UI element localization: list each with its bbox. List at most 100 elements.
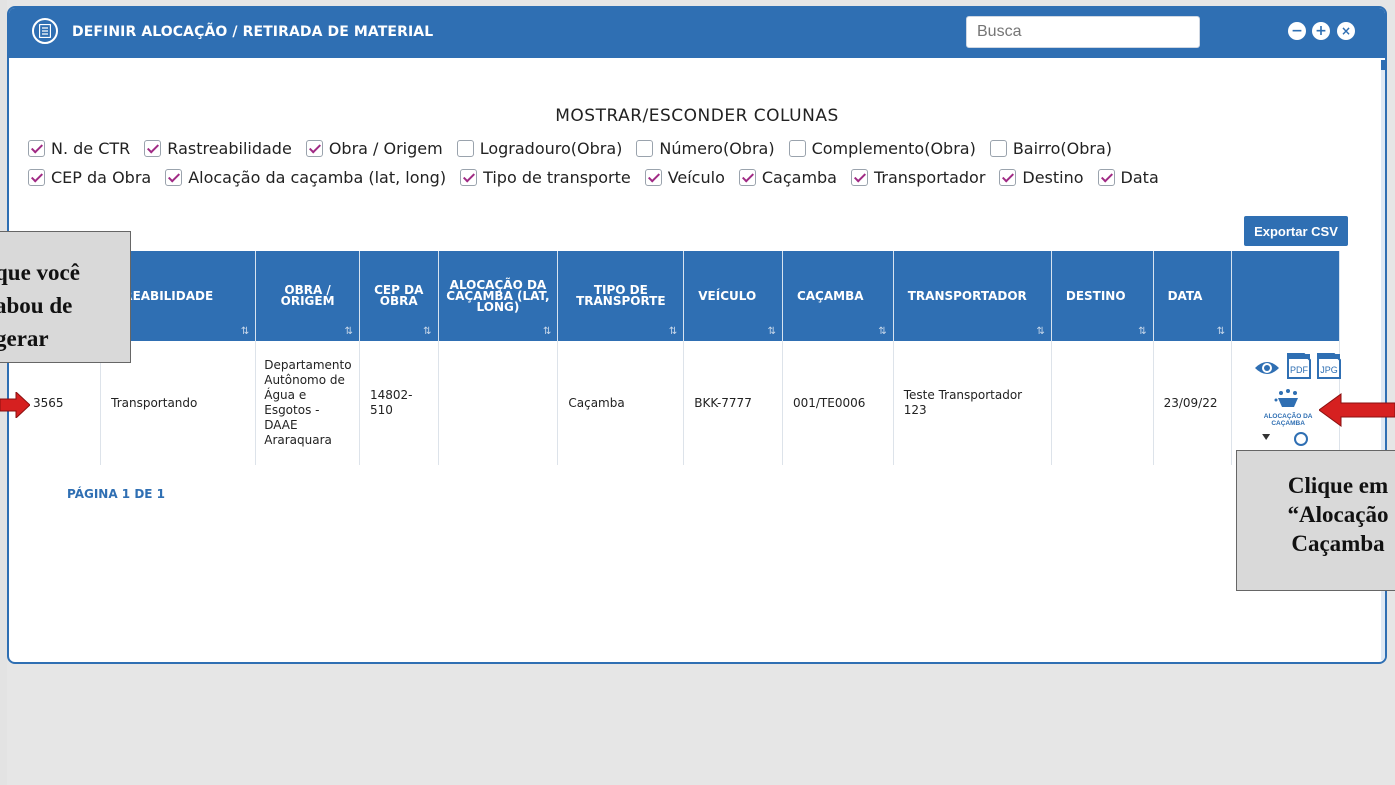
checkbox[interactable] [456, 139, 474, 157]
sort-icon[interactable]: ⇅ [768, 326, 776, 337]
checkbox-label: Complemento(Obra) [811, 138, 976, 158]
checkbox-label: Logradouro(Obra) [479, 138, 623, 158]
sort-icon[interactable]: ⇅ [345, 326, 353, 337]
arrow-left-icon [1319, 393, 1395, 427]
column-header-8[interactable]: TRANSPORTADOR ⇅ [893, 251, 1052, 341]
column-header-label: TRANSPORTADOR [907, 288, 1027, 303]
column-toggle-row1-0[interactable]: N. de CTR [28, 139, 130, 158]
cell-cacamba: 001/TE0006 [782, 341, 894, 465]
column-toggle-row1-6[interactable]: Bairro(Obra) [989, 139, 1112, 158]
checkbox[interactable] [1097, 168, 1115, 186]
table-header-row: TREABILIDADE ⇅ OBRA / ORIGEM ⇅ CEP DA OBRA ⇅ A… [9, 251, 1340, 341]
column-header-7[interactable]: CAÇAMBA ⇅ [782, 251, 894, 341]
checkbox-label: Tipo de transporte [483, 167, 631, 187]
column-header-label: CEP DA OBRA [374, 283, 424, 308]
column-toggles-row-1: N. de CTR Rastreabilidade Obra / Origem Log… [28, 136, 1126, 160]
maximize-icon[interactable]: + [1312, 22, 1330, 40]
jpg-label: JPG [1320, 365, 1338, 375]
checkbox-label: Caçamba [761, 167, 837, 187]
sort-icon[interactable]: ⇅ [1138, 326, 1146, 337]
checkbox[interactable] [999, 168, 1017, 186]
tutorial-callout-right: Clique em “Alocação Caçamba [1236, 450, 1395, 591]
export-csv-button[interactable]: Exportar CSV [1244, 216, 1348, 246]
document-list-icon [32, 18, 58, 44]
more-actions-icon[interactable] [1294, 432, 1309, 446]
arrow-right-icon [0, 392, 30, 418]
dropdown-caret-icon [1262, 434, 1271, 440]
checkbox-label: CEP da Obra [51, 167, 152, 187]
column-toggle-row1-4[interactable]: Número(Obra) [636, 138, 775, 158]
view-eye-icon[interactable] [1254, 359, 1280, 377]
pdf-label: PDF [1290, 365, 1309, 375]
checkbox-label: Destino [1022, 167, 1084, 187]
checkbox[interactable] [636, 139, 654, 157]
table-row[interactable]: 3565 Transportando Departamento Autônomo… [9, 341, 1342, 465]
jpg-file-icon[interactable]: JPG [1316, 352, 1342, 380]
cell-obra: Departamento Autônomo de Água e Esgotos … [255, 341, 360, 465]
checkbox-label: Número(Obra) [659, 138, 775, 158]
column-header-label: OBRA / ORIGEM [280, 283, 335, 308]
column-header-4[interactable]: ALOCAÇÃO DA CAÇAMBA (LAT, LONG) ⇅ [438, 251, 559, 341]
minimize-icon[interactable]: − [1288, 22, 1306, 40]
cell-veiculo: BKK-7777 [683, 341, 783, 465]
sort-icon[interactable]: ⇅ [878, 326, 886, 337]
checkbox[interactable] [738, 168, 756, 186]
column-toggle-row2-5[interactable]: Transportador [850, 167, 986, 187]
column-header-9[interactable]: DESTINO ⇅ [1051, 251, 1154, 341]
allocation-window: DEFINIR ALOCAÇÃO / RETIRADA DE MATERIAL … [7, 6, 1387, 664]
checkbox[interactable] [144, 139, 162, 157]
column-toggle-row2-4[interactable]: Caçamba [738, 167, 837, 187]
column-toggle-row2-6[interactable]: Destino [999, 167, 1084, 187]
column-header-11[interactable] [1231, 251, 1340, 341]
column-header-label: DESTINO [1065, 288, 1126, 303]
cell-alocacao [438, 341, 559, 465]
column-header-label: TIPO DE TRANSPORTE [576, 283, 666, 308]
sort-icon[interactable]: ⇅ [423, 326, 431, 337]
column-toggle-row2-0[interactable]: CEP da Obra [28, 168, 151, 187]
sort-icon[interactable]: ⇅ [543, 326, 551, 337]
column-toggle-row2-7[interactable]: Data [1097, 167, 1159, 187]
checkbox[interactable] [305, 139, 323, 157]
checkbox[interactable] [460, 168, 478, 186]
column-header-10[interactable]: DATA ⇅ [1153, 251, 1233, 341]
dumpster-location-icon[interactable] [1272, 388, 1304, 410]
cell-cep: 14802-510 [359, 341, 439, 465]
alocacao-cacamba-link[interactable]: ALOCAÇÃO DA CAÇAMBA [1260, 413, 1316, 427]
checkbox-label: N. de CTR [51, 138, 131, 158]
checkbox[interactable] [850, 168, 868, 186]
checkbox[interactable] [989, 139, 1007, 157]
close-icon[interactable]: × [1337, 22, 1355, 40]
checkbox[interactable] [644, 168, 662, 186]
column-toggle-row1-3[interactable]: Logradouro(Obra) [456, 138, 623, 158]
column-header-label: VEÍCULO [698, 288, 757, 303]
column-header-6[interactable]: VEÍCULO ⇅ [683, 251, 783, 341]
column-toggle-row1-1[interactable]: Rastreabilidade [144, 139, 292, 158]
checkbox-label: Data [1120, 167, 1159, 187]
sort-icon[interactable]: ⇅ [1036, 326, 1044, 337]
pdf-file-icon[interactable]: PDF [1286, 352, 1312, 380]
column-header-5[interactable]: TIPO DE TRANSPORTE ⇅ [557, 251, 685, 341]
column-toggle-row2-2[interactable]: Tipo de transporte [460, 168, 631, 187]
pagination-label: PÁGINA 1 DE 1 [67, 487, 166, 501]
checkbox[interactable] [28, 139, 45, 157]
material-table: TREABILIDADE ⇅ OBRA / ORIGEM ⇅ CEP DA OBRA ⇅ A… [9, 251, 1342, 465]
column-toggle-row1-2[interactable]: Obra / Origem [305, 139, 443, 158]
column-toggle-row1-5[interactable]: Complemento(Obra) [788, 138, 976, 158]
sort-icon[interactable]: ⇅ [1217, 326, 1225, 337]
column-header-label: DATA [1167, 288, 1203, 303]
checkbox[interactable] [165, 168, 183, 186]
sort-icon[interactable]: ⇅ [669, 326, 677, 337]
checkbox-label: Rastreabilidade [167, 138, 292, 158]
column-toggle-row2-3[interactable]: Veículo [644, 167, 725, 187]
column-toggles-row-2: CEP da Obra Alocação da caçamba (lat, lon… [28, 165, 1173, 189]
checkbox-label: Alocação da caçamba (lat, long) [188, 167, 447, 187]
sort-icon[interactable]: ⇅ [241, 326, 249, 337]
checkbox-label: Transportador [873, 167, 986, 187]
search-input[interactable] [966, 16, 1200, 48]
column-header-3[interactable]: CEP DA OBRA ⇅ [359, 251, 439, 341]
checkbox-label: Veículo [667, 167, 725, 187]
column-toggle-row2-1[interactable]: Alocação da caçamba (lat, long) [165, 168, 446, 187]
checkbox[interactable] [788, 139, 806, 157]
column-header-2[interactable]: OBRA / ORIGEM ⇅ [255, 251, 360, 341]
checkbox[interactable] [28, 168, 45, 186]
